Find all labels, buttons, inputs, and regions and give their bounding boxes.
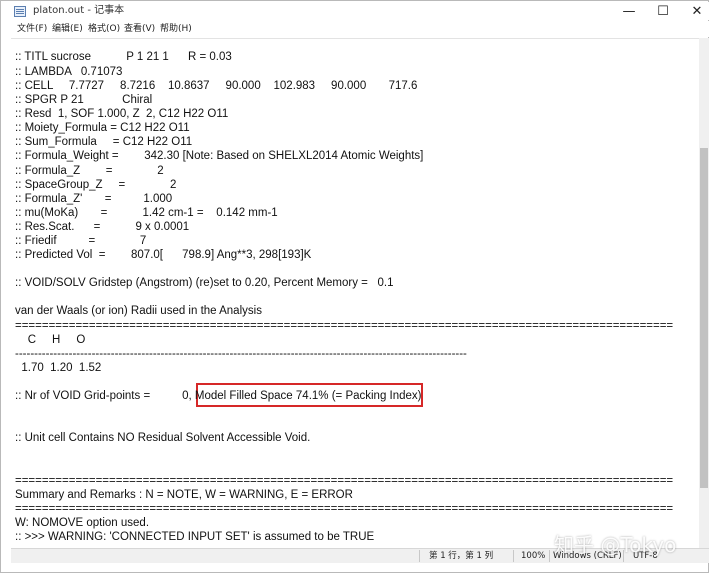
text-line: ========================================… [15, 320, 674, 332]
watermark-text: 知乎 @Tokyo [554, 533, 677, 557]
text-line: :: Formula_Z' = 1.000 [15, 193, 173, 205]
text-line: :: >>> WARNING: 'CONNECTED INPUT SET' is… [15, 531, 375, 543]
text-line: van der Waals (or ion) Radii used in the… [15, 305, 262, 317]
text-line: :: VOID/SOLV Gridstep (Angstrom) (re)set… [15, 277, 394, 289]
text-line: :: Predicted Vol = 807.0[ 798.9] Ang**3,… [15, 249, 312, 261]
text-line: :: Sum_Formula = C12 H22 O11 [15, 136, 193, 148]
text-line: :: Formula_Weight = 342.30 [Note: Based … [15, 150, 424, 162]
text-line: :: Unit cell Contains NO Residual Solven… [15, 432, 311, 444]
text-line: ----------------------------------------… [15, 348, 467, 360]
text-line: :: CELL 7.7727 8.7216 10.8637 90.000 102… [15, 80, 418, 92]
title-bar[interactable]: platon.out - 记事本 — ☐ ✕ [2, 2, 709, 20]
maximize-button[interactable]: ☐ [646, 2, 680, 22]
text-line: :: Friedif = 7 [15, 235, 147, 247]
menu-help[interactable]: 帮助(H) [160, 23, 192, 35]
text-line: :: Res.Scat. = 9 x 0.0001 [15, 221, 190, 233]
zoom-level: 100% [521, 551, 546, 561]
text-line: ========================================… [15, 503, 674, 515]
window-title: platon.out - 记事本 [33, 5, 125, 16]
menu-view[interactable]: 查看(V) [124, 23, 155, 35]
cursor-position: 第 1 行，第 1 列 [429, 551, 494, 561]
notepad-icon [14, 6, 26, 17]
text-line: :: Formula_Z = 2 [15, 165, 164, 177]
text-line: :: LAMBDA 0.71073 [15, 66, 123, 78]
close-button[interactable]: ✕ [680, 2, 709, 22]
text-line: 1.70 1.20 1.52 [15, 362, 102, 374]
notepad-window: platon.out - 记事本 — ☐ ✕ 文件(F) 编辑(E) 格式(O)… [0, 0, 709, 573]
scrollbar-thumb[interactable] [700, 148, 708, 488]
text-line: W: NOMOVE option used. [15, 517, 150, 529]
menu-file[interactable]: 文件(F) [17, 23, 47, 35]
status-separator [549, 550, 550, 562]
menu-bar: 文件(F) 编辑(E) 格式(O) 查看(V) 帮助(H) [2, 21, 709, 37]
text-line: ========================================… [15, 475, 674, 487]
text-line: :: SpaceGroup_Z = 2 [15, 179, 177, 191]
status-separator [513, 550, 514, 562]
menu-format[interactable]: 格式(O) [88, 23, 120, 35]
text-line: :: SPGR P 21 Chiral [15, 94, 153, 106]
text-line: :: Moiety_Formula = C12 H22 O11 [15, 122, 190, 134]
vertical-scrollbar[interactable] [699, 38, 709, 548]
menu-edit[interactable]: 编辑(E) [52, 23, 83, 35]
minimize-button[interactable]: — [612, 2, 646, 22]
text-editor-area[interactable]: :: TITL sucrose P 1 21 1 R = 0.03:: LAMB… [11, 38, 699, 549]
status-separator [419, 550, 420, 562]
text-line: :: mu(MoKa) = 1.42 cm-1 = 0.142 mm-1 [15, 207, 278, 219]
text-line: :: Resd 1, SOF 1.000, Z 2, C12 H22 O11 [15, 108, 229, 120]
text-line: Summary and Remarks : N = NOTE, W = WARN… [15, 489, 353, 501]
text-line: :: TITL sucrose P 1 21 1 R = 0.03 [15, 51, 232, 63]
text-line: C H O [15, 334, 86, 346]
left-margin [1, 38, 11, 563]
text-line: :: Nr of VOID Grid-points = 0, Model Fil… [15, 390, 422, 402]
